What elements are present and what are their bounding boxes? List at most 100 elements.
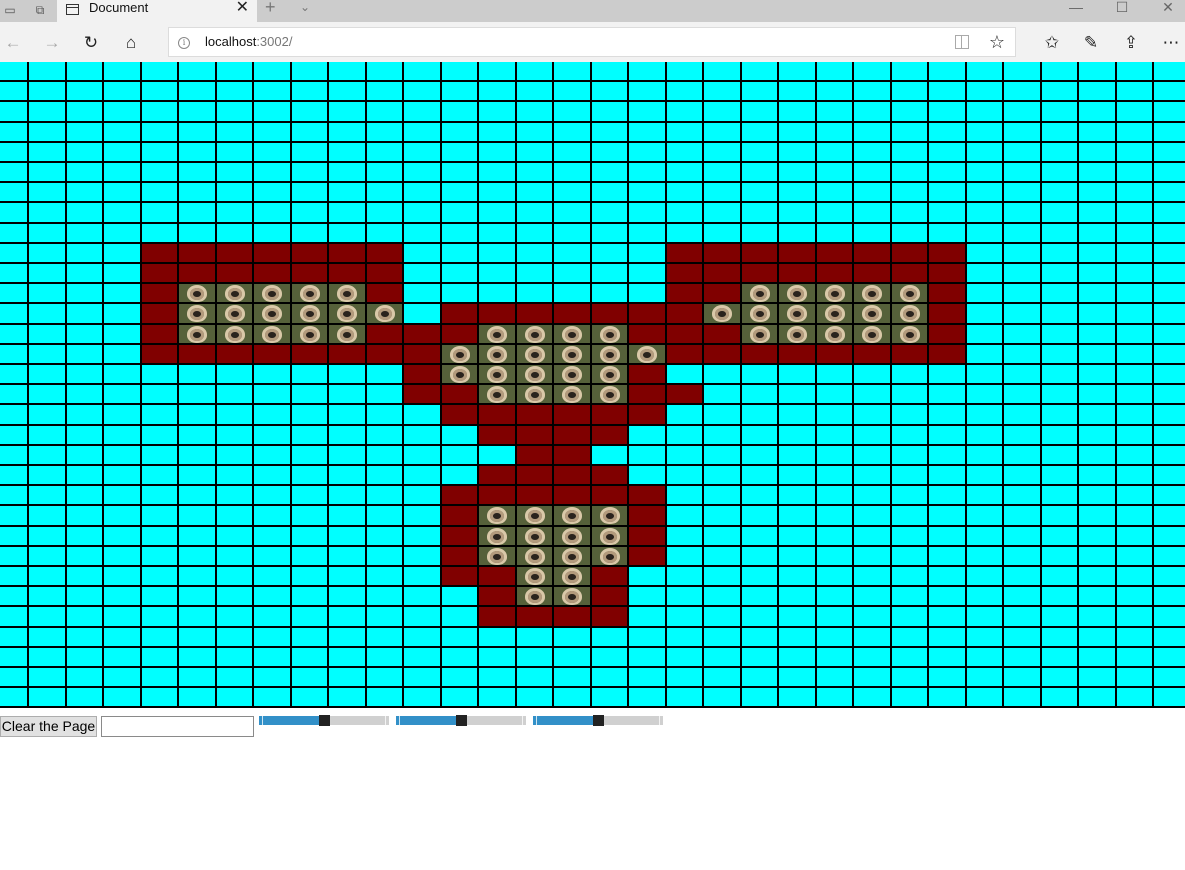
grid-cell[interactable]: [67, 102, 102, 121]
grid-cell[interactable]: [404, 446, 440, 464]
grid-cell[interactable]: [967, 224, 1002, 242]
grid-cell[interactable]: [854, 567, 890, 585]
grid-cell[interactable]: [1004, 244, 1040, 262]
grid-cell[interactable]: [929, 607, 965, 626]
grid-cell[interactable]: [367, 527, 402, 545]
grid-cell[interactable]: [404, 426, 440, 444]
grid-cell-maroon[interactable]: [742, 345, 777, 363]
grid-cell[interactable]: [104, 345, 140, 363]
grid-cell-maroon[interactable]: [629, 385, 665, 403]
grid-cell[interactable]: [0, 446, 27, 464]
grid-cell[interactable]: [554, 244, 590, 262]
grid-cell[interactable]: [442, 688, 477, 706]
grid-cell[interactable]: [742, 365, 777, 383]
grid-cell-maroon[interactable]: [442, 304, 477, 323]
grid-cell[interactable]: [517, 668, 552, 686]
grid-cell[interactable]: [854, 446, 890, 464]
grid-cell[interactable]: [854, 506, 890, 525]
grid-cell[interactable]: [854, 203, 890, 222]
grid-cell-pug[interactable]: [479, 325, 515, 343]
grid-cell-maroon[interactable]: [442, 527, 477, 545]
grid-cell[interactable]: [292, 143, 327, 161]
grid-cell[interactable]: [892, 668, 927, 686]
grid-cell[interactable]: [329, 648, 365, 666]
grid-cell[interactable]: [1117, 264, 1152, 282]
grid-cell[interactable]: [67, 385, 102, 403]
grid-cell[interactable]: [292, 426, 327, 444]
grid-cell[interactable]: [404, 688, 440, 706]
grid-cell[interactable]: [0, 506, 27, 525]
grid-cell[interactable]: [67, 345, 102, 363]
grid-cell-maroon[interactable]: [854, 345, 890, 363]
grid-cell[interactable]: [29, 224, 65, 242]
grid-cell[interactable]: [104, 123, 140, 141]
grid-cell[interactable]: [554, 102, 590, 121]
grid-cell[interactable]: [479, 284, 515, 302]
slider-thumb[interactable]: [593, 715, 604, 726]
grid-cell[interactable]: [817, 648, 852, 666]
grid-cell[interactable]: [442, 123, 477, 141]
grid-cell-maroon[interactable]: [892, 264, 927, 282]
grid-cell[interactable]: [667, 224, 702, 242]
grid-cell[interactable]: [29, 62, 65, 80]
grid-cell[interactable]: [29, 688, 65, 706]
grid-cell-pug[interactable]: [592, 506, 627, 525]
grid-cell[interactable]: [0, 648, 27, 666]
grid-cell[interactable]: [517, 183, 552, 201]
grid-cell[interactable]: [929, 143, 965, 161]
grid-cell[interactable]: [367, 506, 402, 525]
grid-cell-maroon[interactable]: [929, 284, 965, 302]
grid-cell[interactable]: [667, 567, 702, 585]
grid-cell[interactable]: [29, 547, 65, 565]
grid-cell[interactable]: [1154, 426, 1185, 444]
grid-cell[interactable]: [742, 385, 777, 403]
grid-cell[interactable]: [704, 183, 740, 201]
close-window-button[interactable]: ✕: [1145, 0, 1185, 22]
grid-cell[interactable]: [742, 628, 777, 646]
grid-cell[interactable]: [67, 446, 102, 464]
grid-cell[interactable]: [367, 183, 402, 201]
grid-cell[interactable]: [1042, 547, 1077, 565]
grid-cell[interactable]: [1154, 183, 1185, 201]
grid-cell[interactable]: [1154, 203, 1185, 222]
grid-cell[interactable]: [179, 123, 215, 141]
grid-cell[interactable]: [779, 668, 815, 686]
grid-cell[interactable]: [667, 628, 702, 646]
grid-cell[interactable]: [1042, 325, 1077, 343]
grid-cell[interactable]: [404, 304, 440, 323]
grid-cell[interactable]: [367, 365, 402, 383]
grid-cell[interactable]: [742, 567, 777, 585]
grid-cell[interactable]: [1079, 486, 1115, 504]
grid-cell[interactable]: [367, 405, 402, 424]
grid-cell-pug[interactable]: [554, 567, 590, 585]
grid-cell[interactable]: [67, 284, 102, 302]
grid-cell-maroon[interactable]: [817, 264, 852, 282]
grid-cell[interactable]: [1004, 163, 1040, 181]
tab-menu-chevron-icon[interactable]: ⌄: [300, 0, 310, 15]
grid-cell[interactable]: [1042, 486, 1077, 504]
grid-cell-pug[interactable]: [554, 345, 590, 363]
grid-cell[interactable]: [1004, 345, 1040, 363]
grid-cell[interactable]: [0, 688, 27, 706]
grid-cell[interactable]: [104, 284, 140, 302]
grid-cell-pug[interactable]: [292, 325, 327, 343]
grid-cell[interactable]: [67, 224, 102, 242]
grid-cell[interactable]: [479, 62, 515, 80]
grid-cell[interactable]: [1079, 466, 1115, 484]
grid-cell[interactable]: [0, 203, 27, 222]
grid-cell[interactable]: [892, 607, 927, 626]
grid-cell[interactable]: [667, 527, 702, 545]
grid-cell[interactable]: [742, 123, 777, 141]
grid-cell[interactable]: [554, 203, 590, 222]
grid-cell[interactable]: [742, 527, 777, 545]
grid-cell[interactable]: [667, 102, 702, 121]
grid-cell[interactable]: [479, 102, 515, 121]
grid-cell[interactable]: [704, 486, 740, 504]
grid-cell[interactable]: [554, 62, 590, 80]
grid-cell-pug[interactable]: [367, 304, 402, 323]
grid-cell[interactable]: [292, 123, 327, 141]
grid-cell[interactable]: [704, 62, 740, 80]
grid-cell[interactable]: [367, 668, 402, 686]
grid-cell[interactable]: [29, 668, 65, 686]
grid-cell[interactable]: [742, 587, 777, 605]
